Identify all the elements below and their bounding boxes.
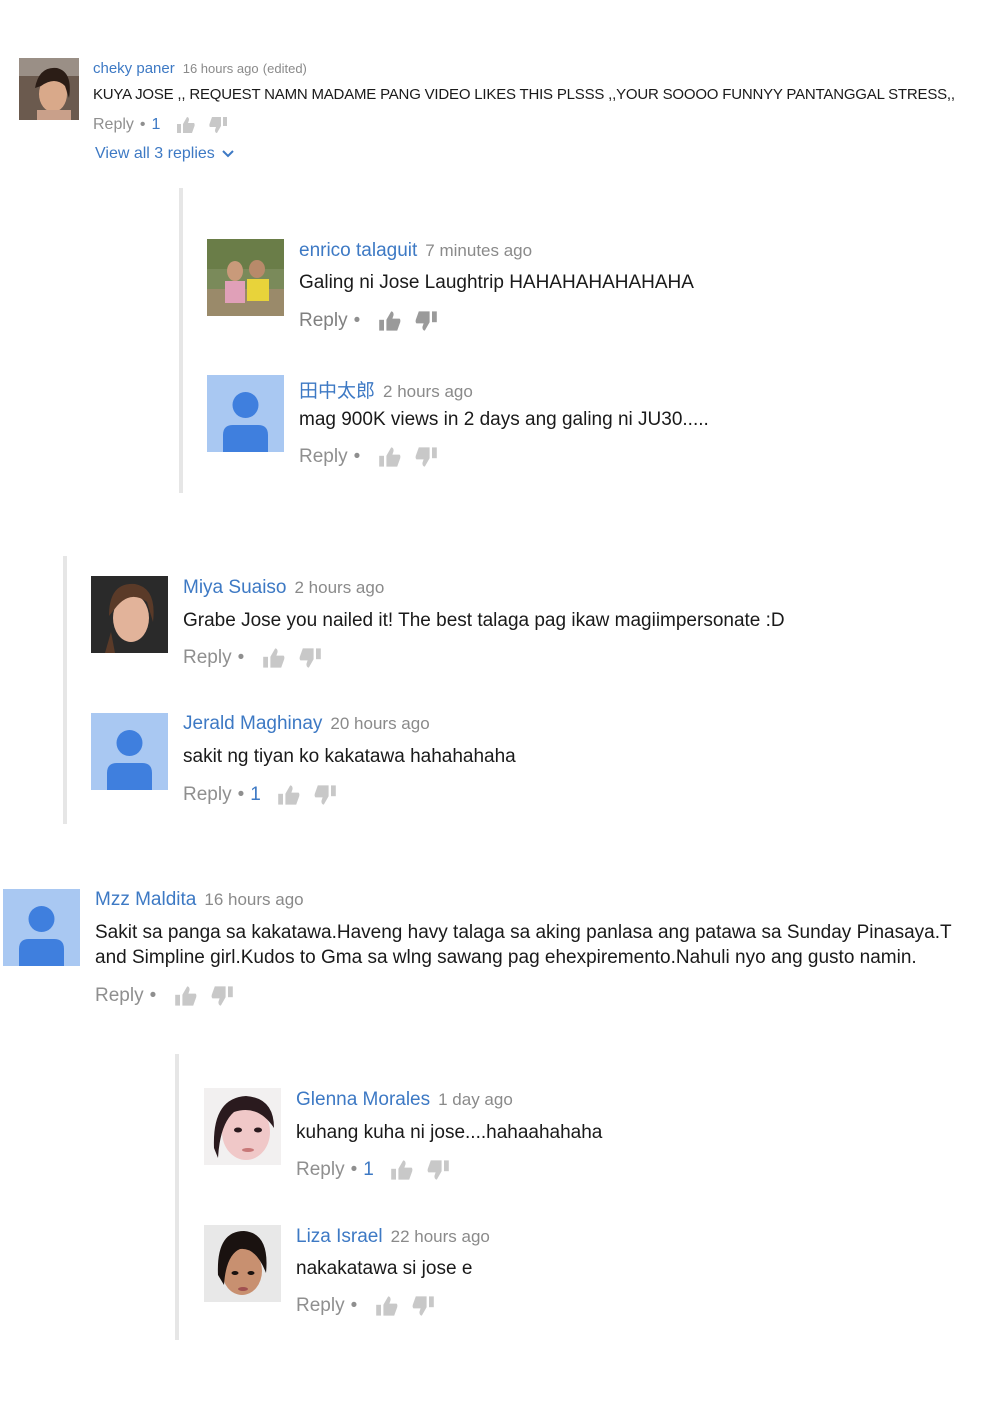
comment-actions: Reply • 1 <box>296 1159 450 1181</box>
user-photo-avatar <box>204 1088 281 1165</box>
reply-button[interactable]: Reply <box>93 116 134 134</box>
comment-text: Galing ni Jose Laughtrip HAHAHAHAHAHAHA <box>299 272 694 293</box>
avatar[interactable] <box>19 58 79 120</box>
comment-header: Jerald Maghinay 20 hours ago <box>183 713 430 735</box>
thumbs-down-icon[interactable] <box>426 1159 450 1181</box>
separator-dot: • <box>350 1295 358 1316</box>
timestamp-link[interactable]: 16 hours ago <box>204 890 303 909</box>
author-name-link[interactable]: Mzz Maldita <box>95 889 196 910</box>
reply-button[interactable]: Reply <box>299 310 348 332</box>
timestamp-link[interactable]: 20 hours ago <box>330 714 429 733</box>
avatar[interactable] <box>204 1225 281 1302</box>
user-photo-avatar <box>204 1225 281 1302</box>
thumbs-up-icon[interactable] <box>375 1295 399 1317</box>
timestamp-link[interactable]: 7 minutes ago <box>425 241 532 260</box>
comment-actions: Reply • <box>299 310 438 332</box>
avatar[interactable] <box>204 1088 281 1165</box>
comment-actions: Reply • <box>183 647 322 669</box>
thumbs-down-icon[interactable] <box>208 116 228 134</box>
default-user-avatar[interactable] <box>3 889 80 966</box>
timestamp-link[interactable]: 16 hours ago <box>183 61 259 76</box>
reply-thread-line <box>175 1054 179 1340</box>
thumbs-down-icon[interactable] <box>411 1295 435 1317</box>
comment-actions: Reply • 1 <box>93 116 228 134</box>
separator-dot: • <box>237 647 245 668</box>
reply-button[interactable]: Reply <box>183 647 232 669</box>
separator-dot: • <box>149 985 157 1006</box>
separator-dot: • <box>353 446 361 467</box>
default-user-avatar[interactable] <box>91 713 168 790</box>
thumbs-down-icon[interactable] <box>414 446 438 468</box>
user-photo-avatar <box>91 576 168 653</box>
comment-text-line-2: and Simpline girl.Kudos to Gma sa wlng s… <box>95 947 917 968</box>
timestamp-link[interactable]: 1 day ago <box>438 1090 513 1109</box>
comment-actions: Reply • <box>95 985 234 1007</box>
thumbs-down-icon[interactable] <box>298 647 322 669</box>
author-name-link[interactable]: enrico talaguit <box>299 240 417 261</box>
author-name-link[interactable]: Glenna Morales <box>296 1089 430 1110</box>
author-name-link[interactable]: 田中太郎 <box>299 381 375 402</box>
thumbs-up-icon[interactable] <box>174 985 198 1007</box>
user-silhouette-icon <box>3 889 80 966</box>
comment-text: nakakatawa si jose e <box>296 1258 473 1279</box>
thumbs-up-icon[interactable] <box>378 446 402 468</box>
reply-thread-line <box>179 188 183 493</box>
author-name-link[interactable]: Jerald Maghinay <box>183 713 322 734</box>
author-name-link[interactable]: Miya Suaiso <box>183 577 287 598</box>
user-silhouette-icon <box>91 713 168 790</box>
thumbs-up-icon[interactable] <box>277 784 301 806</box>
timestamp-link[interactable]: 22 hours ago <box>391 1227 490 1246</box>
separator-dot: • <box>350 1159 358 1180</box>
comment-header: Liza Israel 22 hours ago <box>296 1226 490 1248</box>
comment-text: mag 900K views in 2 days ang galing ni J… <box>299 409 709 430</box>
reply-button[interactable]: Reply <box>296 1295 345 1317</box>
reply-button[interactable]: Reply <box>95 985 144 1007</box>
like-count: 1 <box>250 784 261 805</box>
view-all-replies-button[interactable]: View all 3 replies <box>95 145 235 163</box>
view-replies-label: View all 3 replies <box>95 145 215 162</box>
default-user-avatar[interactable] <box>207 375 284 452</box>
reply-button[interactable]: Reply <box>183 784 232 806</box>
separator-dot: • <box>237 784 245 805</box>
comment-header: cheky paner 16 hours ago (edited) <box>93 60 307 77</box>
thumbs-up-icon[interactable] <box>390 1159 414 1181</box>
like-count: 1 <box>363 1159 374 1180</box>
thumbs-down-icon[interactable] <box>210 985 234 1007</box>
author-name-link[interactable]: Liza Israel <box>296 1226 383 1247</box>
reply-button[interactable]: Reply <box>299 446 348 468</box>
user-photo-avatar <box>19 58 79 120</box>
like-count: 1 <box>151 116 161 133</box>
comment-actions: Reply • <box>296 1295 435 1317</box>
avatar[interactable] <box>91 576 168 653</box>
comment-text: Grabe Jose you nailed it! The best talag… <box>183 610 785 631</box>
timestamp-link[interactable]: 2 hours ago <box>383 382 473 401</box>
reply-button[interactable]: Reply <box>296 1159 345 1181</box>
thumbs-up-icon[interactable] <box>378 310 402 332</box>
comment-header: Miya Suaiso 2 hours ago <box>183 577 384 599</box>
author-name-link[interactable]: cheky paner <box>93 60 175 77</box>
thumbs-down-icon[interactable] <box>313 784 337 806</box>
thumbs-up-icon[interactable] <box>176 116 196 134</box>
thumbs-up-icon[interactable] <box>262 647 286 669</box>
avatar[interactable] <box>207 239 284 316</box>
comment-header: enrico talaguit 7 minutes ago <box>299 240 532 262</box>
separator-dot: • <box>139 116 146 133</box>
comment-text: sakit ng tiyan ko kakatawa hahahahaha <box>183 746 516 767</box>
comment-header: 田中太郎 2 hours ago <box>299 376 473 403</box>
comment-header: Mzz Maldita 16 hours ago <box>95 889 304 911</box>
user-photo-avatar <box>207 239 284 316</box>
comment-text: kuhang kuha ni jose....hahaahahaha <box>296 1122 603 1143</box>
comment-text: KUYA JOSE ,, REQUEST NAMN MADAME PANG VI… <box>93 86 955 103</box>
chevron-down-icon <box>222 150 234 158</box>
thumbs-down-icon[interactable] <box>414 310 438 332</box>
comment-header: Glenna Morales 1 day ago <box>296 1089 513 1111</box>
comment-actions: Reply • <box>299 446 438 468</box>
reply-thread-line <box>63 556 67 824</box>
comment-text-line-1: Sakit sa panga sa kakatawa.Haveng havy t… <box>95 922 952 943</box>
separator-dot: • <box>353 310 361 331</box>
user-silhouette-icon <box>207 375 284 452</box>
edited-label: (edited) <box>262 61 307 76</box>
timestamp-link[interactable]: 2 hours ago <box>295 578 385 597</box>
comment-actions: Reply • 1 <box>183 784 337 806</box>
